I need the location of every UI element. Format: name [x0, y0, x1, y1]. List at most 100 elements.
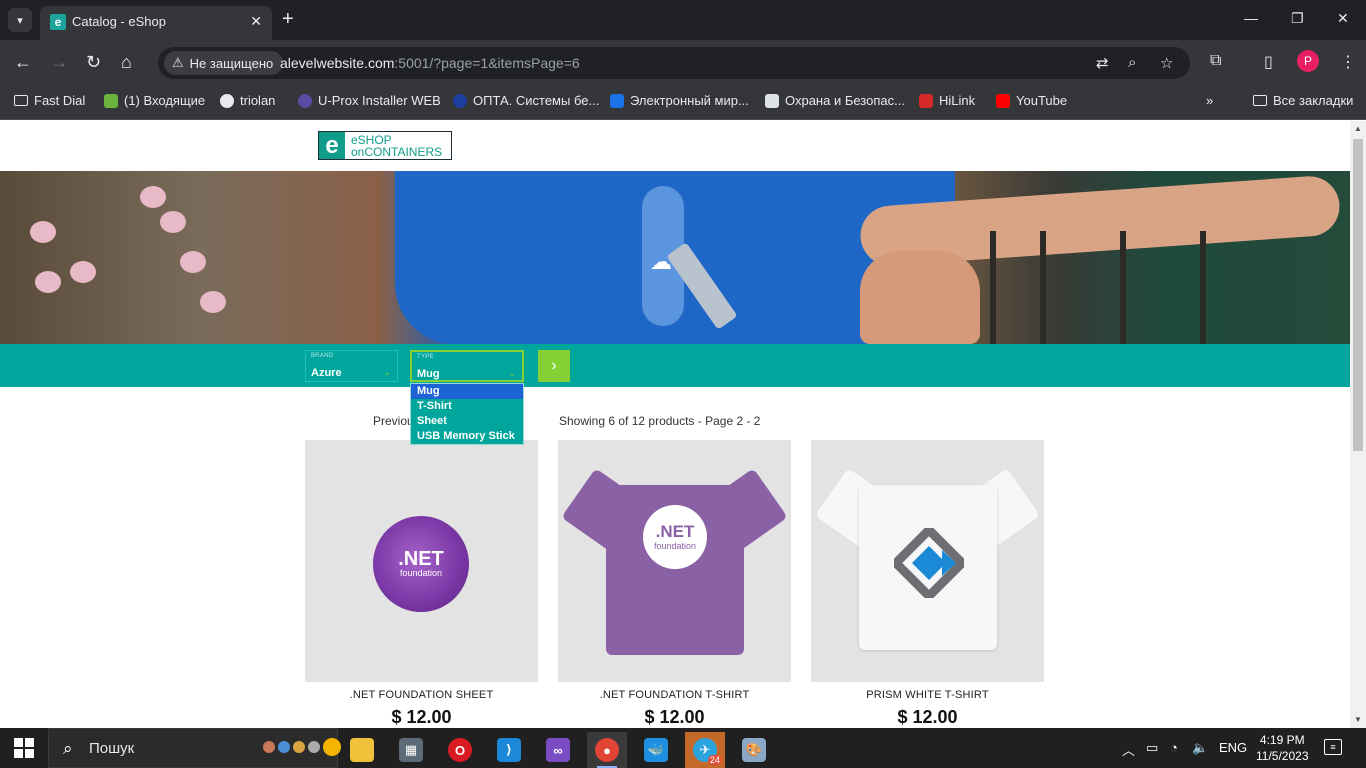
new-tab-button[interactable]: +: [282, 8, 294, 30]
product-card[interactable]: PRISM WHITE T-SHIRT $ 12.00: [811, 440, 1044, 728]
side-panel-icon[interactable]: ▯: [1264, 52, 1273, 72]
chevron-right-icon: ›: [551, 357, 557, 374]
mail-icon: [104, 93, 118, 108]
tab-search-button[interactable]: ▾: [8, 8, 32, 32]
eshop-favicon-icon: e: [50, 14, 66, 30]
chevron-down-icon: ⌄: [508, 368, 516, 378]
logo-e-icon: e: [319, 132, 347, 159]
apply-filter-button[interactable]: ›: [538, 350, 570, 382]
bookmark-item[interactable]: YouTube: [996, 93, 1067, 108]
windows-taskbar: ⌕ Пошук ▦ O ⟩ ∞ ● 🐳 ✈ 24 🎨 ︿ ▭ ◔ 🔈 ENG 4:…: [0, 728, 1366, 768]
product-price: $ 12.00: [644, 707, 705, 727]
wifi-icon[interactable]: ◔: [1170, 740, 1178, 755]
bookmark-item[interactable]: (1) Входящие: [104, 93, 205, 108]
bookmark-item[interactable]: U-Prox Installer WEB: [298, 93, 441, 108]
dropdown-option[interactable]: Mug: [411, 384, 523, 399]
product-card[interactable]: .NET foundation .NET FOUNDATION SHEET $ …: [305, 440, 538, 728]
windows-start-icon[interactable]: [14, 738, 34, 758]
more-bookmarks-icon[interactable]: »: [1206, 93, 1213, 108]
scroll-up-icon[interactable]: ▲: [1354, 124, 1362, 133]
type-dropdown-list: Mug T-Shirt Sheet USB Memory Stick: [410, 383, 524, 445]
minimize-icon[interactable]: —: [1244, 10, 1258, 26]
product-card[interactable]: .NET foundation .NET FOUNDATION T-SHIRT …: [558, 440, 791, 728]
forward-button[interactable]: →: [50, 52, 68, 72]
hero-hand: [860, 251, 980, 344]
dropdown-option[interactable]: T-Shirt: [411, 399, 523, 414]
volume-icon[interactable]: 🔈: [1192, 740, 1208, 756]
home-button[interactable]: ⌂: [121, 52, 132, 72]
opera-icon[interactable]: O: [440, 732, 480, 768]
visual-studio-icon[interactable]: ∞: [538, 732, 578, 768]
dropdown-option[interactable]: Sheet: [411, 414, 523, 429]
product-image: [811, 440, 1044, 682]
prism-logo-icon: [894, 528, 964, 598]
search-icon: ⌕: [63, 739, 73, 758]
address-bar[interactable]: ⚠ Не защищено alevelwebsite.com:5001/?pa…: [158, 47, 1190, 79]
brand-label: BRAND: [311, 353, 334, 359]
browser-tab[interactable]: e Catalog - eShop ✕: [40, 6, 272, 40]
restore-icon[interactable]: ❐: [1291, 10, 1304, 27]
calculator-icon[interactable]: ▦: [391, 732, 431, 768]
page-scrollbar[interactable]: ▲ ▼: [1350, 121, 1366, 728]
all-bookmarks[interactable]: Все закладки: [1253, 93, 1353, 108]
chevron-up-icon[interactable]: ︿: [1122, 740, 1135, 759]
taskbar-search[interactable]: ⌕ Пошук: [48, 728, 341, 768]
chevron-down-icon: ⌄: [383, 367, 391, 377]
bookmark-star-icon[interactable]: ☆: [1160, 54, 1173, 72]
clock[interactable]: 4:19 PM 11/5/2023: [1256, 732, 1309, 764]
reload-button[interactable]: ↻: [86, 52, 101, 72]
brand-select[interactable]: BRAND Azure ⌄: [305, 350, 398, 382]
folder-icon: [1253, 95, 1267, 106]
bookmark-item[interactable]: HiLink: [919, 93, 975, 108]
bookmark-item[interactable]: Fast Dial: [14, 93, 85, 108]
close-window-icon[interactable]: ✕: [1337, 10, 1349, 27]
railing-bar: [1120, 231, 1126, 344]
product-price: $ 12.00: [897, 707, 958, 727]
product-name: .NET FOUNDATION T-SHIRT: [599, 689, 750, 701]
railing-bar: [990, 231, 996, 344]
bookmark-item[interactable]: ОПТА. Системы бе...: [453, 93, 599, 108]
security-chip[interactable]: ⚠ Не защищено: [164, 51, 284, 75]
scroll-down-icon[interactable]: ▼: [1354, 715, 1362, 724]
back-button[interactable]: ←: [14, 52, 32, 72]
showing-text: Showing 6 of 12 products - Page 2 - 2: [559, 414, 761, 428]
url-text[interactable]: alevelwebsite.com:5001/?page=1&itemsPage…: [280, 55, 580, 71]
language-indicator[interactable]: ENG: [1219, 740, 1247, 755]
type-label: TYPE: [417, 354, 434, 360]
notification-icon[interactable]: ≡: [1324, 739, 1342, 755]
bookmark-item[interactable]: triolan: [220, 93, 275, 108]
emir-icon: [610, 93, 624, 108]
security-icon: [765, 93, 779, 108]
menu-icon[interactable]: ⋮: [1340, 52, 1356, 72]
huawei-icon: [919, 93, 933, 108]
translate-icon[interactable]: ⇄: [1096, 54, 1109, 72]
vscode-icon[interactable]: ⟩: [489, 732, 529, 768]
scroll-thumb[interactable]: [1353, 139, 1363, 451]
logo-text: eSHOP onCONTAINERS: [351, 132, 443, 159]
bookmarks-bar: Fast Dial (1) Входящие triolan U-Prox In…: [0, 86, 1366, 120]
tab-close-icon[interactable]: ✕: [250, 13, 262, 30]
docker-icon[interactable]: 🐳: [636, 732, 676, 768]
file-explorer-icon[interactable]: [342, 732, 382, 768]
telegram-icon[interactable]: ✈ 24: [685, 732, 725, 768]
globe-icon: [220, 93, 234, 108]
extensions-icon[interactable]: ⧉: [1210, 52, 1221, 70]
product-image: .NET foundation: [558, 440, 791, 682]
chrome-icon[interactable]: ●: [587, 732, 627, 768]
zoom-icon[interactable]: ⌕: [1128, 54, 1136, 71]
battery-icon[interactable]: ▭: [1146, 740, 1158, 756]
telegram-badge: 24: [707, 755, 722, 765]
paint-icon[interactable]: 🎨: [734, 732, 774, 768]
flowers-decoration: [10, 181, 250, 331]
type-select[interactable]: TYPE Mug ⌄: [410, 350, 524, 382]
eshop-logo[interactable]: e eSHOP onCONTAINERS: [318, 131, 452, 160]
net-foundation-badge: .NET foundation: [643, 505, 707, 569]
youtube-icon: [996, 93, 1010, 108]
profile-avatar[interactable]: P: [1297, 50, 1319, 72]
browser-tab-bar: ▾ e Catalog - eShop ✕ + — ❐ ✕: [0, 0, 1366, 40]
net-foundation-mug: .NET foundation: [373, 516, 469, 612]
dropdown-option[interactable]: USB Memory Stick: [411, 429, 523, 444]
bookmark-item[interactable]: Электронный мир...: [610, 93, 749, 108]
bookmark-item[interactable]: Охрана и Безопас...: [765, 93, 905, 108]
folder-icon: [14, 95, 28, 106]
